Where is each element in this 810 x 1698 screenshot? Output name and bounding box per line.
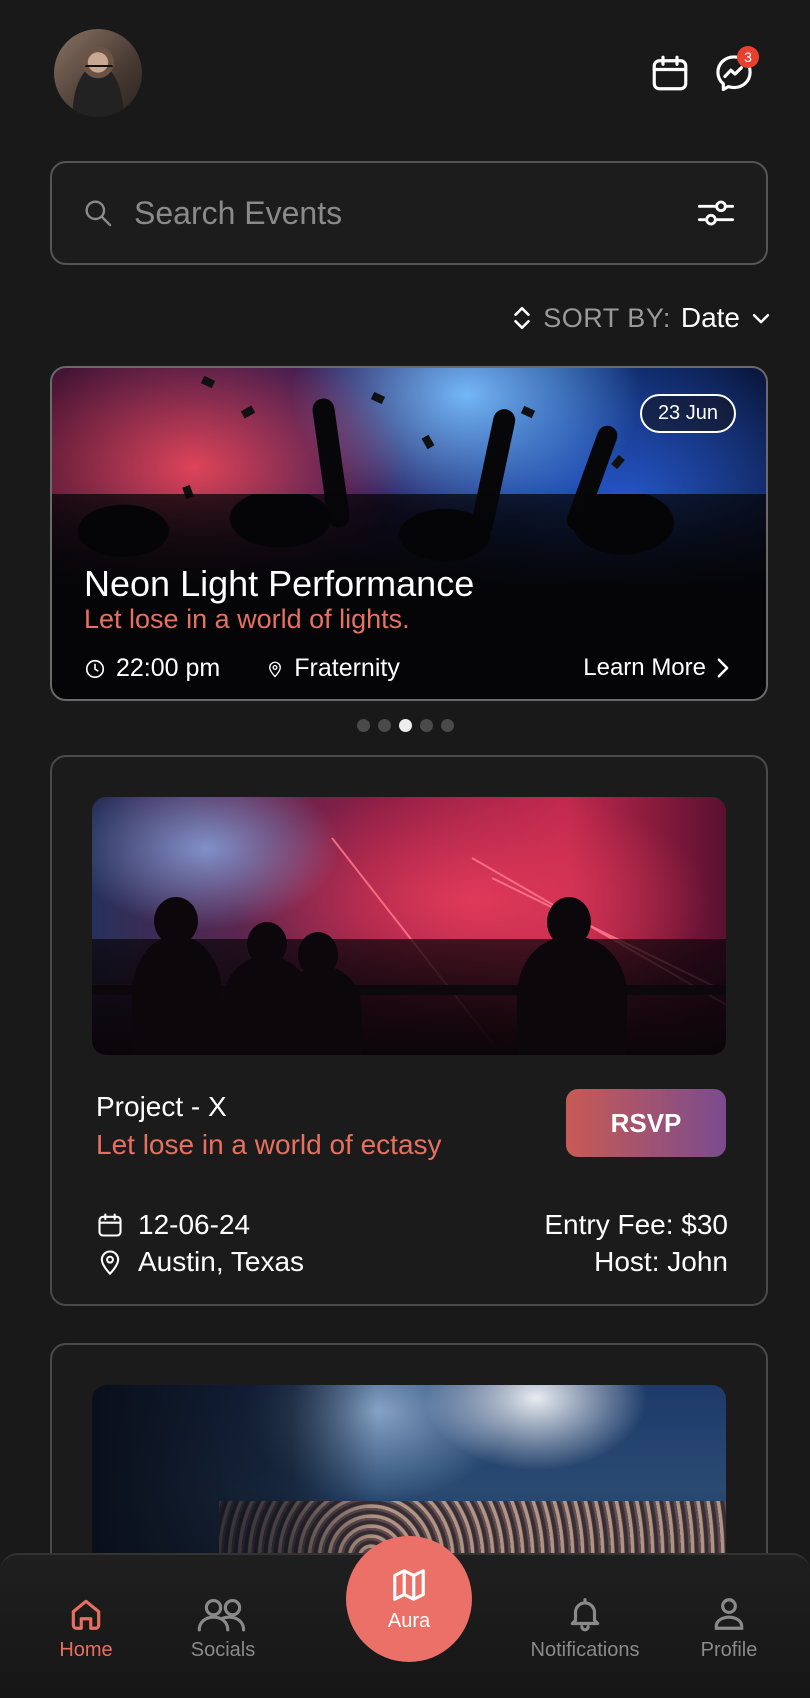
learn-more-link[interactable]: Learn More xyxy=(583,654,730,682)
carousel-dot-active[interactable] xyxy=(398,719,412,732)
featured-title: Neon Light Performance xyxy=(84,563,475,604)
event-title: Project - X xyxy=(96,1091,227,1122)
filter-sliders-icon[interactable] xyxy=(696,193,736,233)
search-bar xyxy=(50,161,768,265)
carousel-dots xyxy=(0,719,810,732)
carousel-dot[interactable] xyxy=(440,719,454,732)
event-date-row: 12-06-24 xyxy=(96,1209,250,1241)
sort-label: SORT BY: xyxy=(543,302,671,333)
featured-meta: 22:00 pm Fraternity xyxy=(84,654,400,683)
event-location-row: Austin, Texas xyxy=(96,1246,304,1278)
sort-value: Date xyxy=(680,302,740,333)
featured-time: 22:00 pm xyxy=(116,654,221,682)
search-input[interactable] xyxy=(134,194,696,232)
featured-event-card[interactable]: 23 Jun Neon Light Performance Let lose i… xyxy=(50,366,768,701)
map-icon xyxy=(393,1568,425,1601)
nav-socials[interactable]: Socials xyxy=(153,1595,293,1662)
event-subtitle: Let lose in a world of ectasy xyxy=(96,1129,442,1160)
nav-aura[interactable]: Aura xyxy=(346,1536,472,1662)
sort-updown-icon xyxy=(514,306,531,330)
event-location: Austin, Texas xyxy=(138,1246,305,1277)
sort-control[interactable]: SORT BY: Date xyxy=(511,298,772,338)
home-icon xyxy=(71,1599,101,1630)
carousel-dot[interactable] xyxy=(377,719,391,732)
nav-profile-label: Profile xyxy=(700,1639,758,1661)
nav-profile[interactable]: Profile xyxy=(659,1595,799,1662)
clock-icon xyxy=(85,659,105,678)
message-count-badge: 3 xyxy=(737,46,759,68)
home-screen: 3 SORT BY: Date xyxy=(0,0,810,1698)
nav-notifications-label: Notifications xyxy=(530,1639,640,1661)
event-date-pill: 23 Jun xyxy=(639,394,736,433)
bell-icon xyxy=(570,1598,600,1632)
event-fee: Entry Fee: $30 xyxy=(544,1209,728,1240)
avatar[interactable] xyxy=(54,29,142,117)
location-pin-icon xyxy=(100,1250,120,1276)
calendar-button[interactable] xyxy=(647,50,693,96)
nav-socials-label: Socials xyxy=(190,1639,256,1661)
search-icon xyxy=(85,200,112,227)
featured-location: Fraternity xyxy=(294,654,400,682)
chevron-down-icon xyxy=(752,314,770,324)
carousel-dot[interactable] xyxy=(419,719,433,732)
nav-home[interactable]: Home xyxy=(16,1595,156,1662)
event-date: 12-06-24 xyxy=(138,1209,251,1240)
calendar-icon xyxy=(98,1213,122,1237)
chevron-right-icon xyxy=(717,658,729,678)
nav-aura-label: Aura xyxy=(387,1609,431,1632)
nav-home-label: Home xyxy=(59,1639,113,1661)
people-icon xyxy=(197,1598,246,1632)
messenger-button[interactable]: 3 xyxy=(711,46,759,96)
event-host: Host: John xyxy=(594,1246,728,1277)
person-icon xyxy=(714,1598,744,1630)
carousel-dot[interactable] xyxy=(356,719,370,732)
learn-more-label: Learn More xyxy=(583,654,706,681)
featured-subtitle: Let lose in a world of lights. xyxy=(84,604,410,634)
rsvp-button[interactable]: RSVP xyxy=(566,1089,726,1157)
event-image xyxy=(92,797,726,1055)
nav-notifications[interactable]: Notifications xyxy=(515,1595,655,1662)
event-card[interactable]: Project - X Let lose in a world of ectas… xyxy=(50,755,768,1306)
calendar-icon xyxy=(652,55,688,91)
location-pin-icon xyxy=(269,661,282,677)
